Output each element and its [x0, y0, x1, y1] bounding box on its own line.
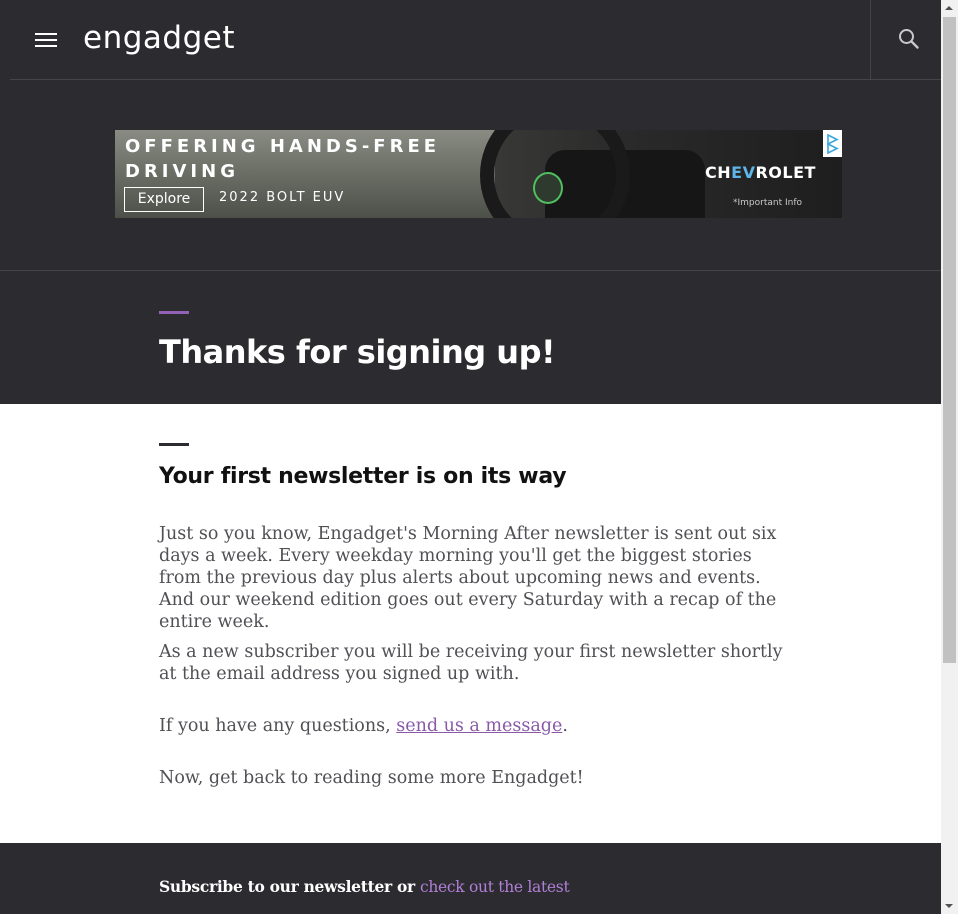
ad-explore-button[interactable]: Explore [124, 187, 204, 212]
newsletter-subheading: Your first newsletter is on its way [159, 464, 567, 489]
questions-period: . [562, 716, 568, 736]
ad-gauge-image [533, 172, 563, 204]
brand-text-2: EV [731, 163, 756, 182]
paragraph-closing: Now, get back to reading some more Engad… [159, 768, 584, 788]
accent-bar-dark [159, 443, 189, 446]
brand-text-1: CH [705, 163, 732, 182]
ad-model-text: 2022 BOLT EUV [219, 190, 346, 205]
paragraph-schedule: Just so you know, Engadget's Morning Aft… [159, 524, 777, 632]
adchoices-icon [827, 133, 839, 154]
search-icon [899, 29, 919, 49]
accent-bar [159, 311, 189, 314]
engadget-logo[interactable]: engadget [83, 18, 235, 58]
ad-zone: OFFERING HANDS-FREE DRIVING Explore 2022… [0, 80, 941, 271]
title-band: Thanks for signing up! [0, 271, 941, 404]
hamburger-menu-icon[interactable] [35, 33, 57, 49]
send-message-link[interactable]: send us a message [396, 716, 562, 736]
chevrolet-logo: CHEVROLET [705, 163, 816, 182]
questions-text: If you have any questions, [159, 716, 397, 736]
vertical-scrollbar[interactable] [941, 0, 958, 914]
main-content: Your first newsletter is on its way Just… [0, 404, 941, 843]
ad-headline: OFFERING HANDS-FREE DRIVING [125, 136, 441, 182]
search-button[interactable] [871, 0, 941, 79]
newsletter-footer: Subscribe to our newsletter or check out… [0, 843, 941, 914]
brand-text-3: ROLET [755, 163, 816, 182]
adchoices-button[interactable] [823, 130, 842, 157]
page-title: Thanks for signing up! [159, 333, 556, 371]
subscribe-text: Subscribe to our newsletter or [159, 877, 420, 896]
site-header: engadget [0, 0, 941, 79]
paragraph-subscriber: As a new subscriber you will be receivin… [159, 642, 783, 684]
scroll-up-arrow-icon [945, 6, 953, 10]
check-out-latest-link[interactable]: check out the latest [420, 878, 570, 896]
chevrolet-ad-banner[interactable]: OFFERING HANDS-FREE DRIVING Explore 2022… [115, 130, 842, 218]
scroll-down-arrow-icon [945, 904, 953, 908]
ad-important-info[interactable]: *Important Info [733, 198, 802, 208]
scroll-up-button[interactable] [941, 0, 958, 17]
page: engadget OFFERING HANDS-FREE DRIVING Exp… [0, 0, 941, 914]
footer-text: Subscribe to our newsletter or check out… [159, 877, 570, 896]
paragraph-questions: If you have any questions, send us a mes… [159, 715, 799, 737]
scroll-down-button[interactable] [941, 897, 958, 914]
scrollbar-thumb[interactable] [943, 17, 956, 663]
